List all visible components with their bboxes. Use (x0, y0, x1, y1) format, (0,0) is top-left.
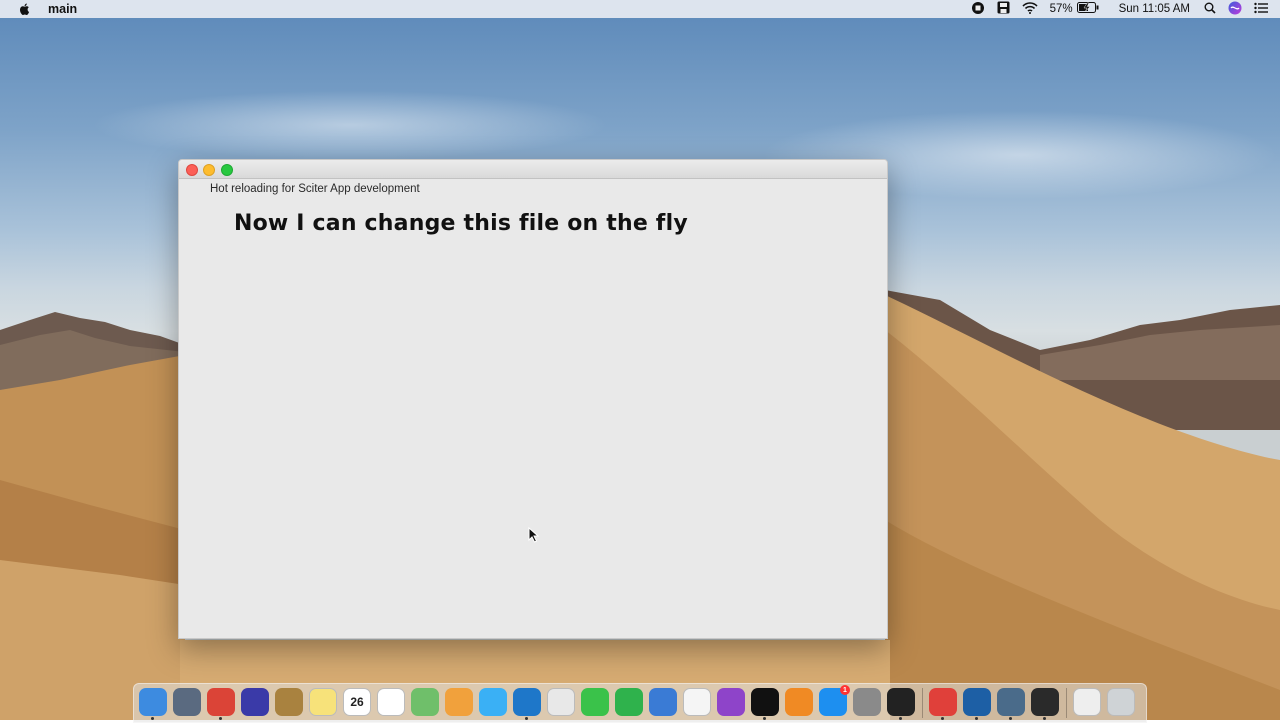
dock-finder-icon[interactable] (139, 688, 167, 720)
apple-menu-icon[interactable] (18, 2, 32, 16)
save-status-icon[interactable] (997, 1, 1010, 17)
dock-quicktime-icon[interactable] (963, 688, 991, 720)
mouse-pointer-icon (528, 527, 540, 543)
dock-reminders-icon[interactable] (377, 688, 405, 716)
window-titlebar[interactable] (179, 160, 887, 179)
app-menu-name[interactable]: main (48, 2, 77, 16)
dock-notes-icon[interactable] (309, 688, 337, 716)
dock-photos-icon[interactable] (445, 688, 473, 716)
window-close-button[interactable] (186, 164, 198, 176)
dock-appletv-icon[interactable] (751, 688, 779, 720)
menu-bar: main 57% Sun 11:05 AM (0, 0, 1280, 18)
app-window: Hot reloading for Sciter App development… (178, 159, 888, 639)
dock-itunes-icon[interactable] (683, 688, 711, 716)
dock-contacts-icon[interactable] (275, 688, 303, 716)
calendar-day-label: 26 (350, 695, 364, 709)
dock-console-icon[interactable] (1031, 688, 1059, 720)
siri-icon[interactable] (1228, 1, 1242, 18)
dock-chrome-icon[interactable] (207, 688, 235, 720)
dock-launchpad-icon[interactable] (173, 688, 201, 716)
dock-podcasts-icon[interactable] (717, 688, 745, 716)
dock-keynote-icon[interactable] (649, 688, 677, 716)
dock-messages-icon[interactable] (479, 688, 507, 716)
dock-vscode-icon[interactable] (513, 688, 541, 720)
battery-charging-icon[interactable] (1076, 2, 1099, 16)
dock-downloads-icon[interactable] (1073, 688, 1101, 716)
dock-textedit-icon[interactable] (547, 688, 575, 716)
dock-maps-icon[interactable] (411, 688, 439, 716)
window-caption-text: Hot reloading for Sciter App development (210, 183, 420, 195)
dock-separator (1066, 688, 1067, 718)
dock-trash-icon[interactable] (1107, 688, 1135, 716)
dock-facetime-icon[interactable] (581, 688, 609, 716)
spotlight-search-icon[interactable] (1204, 2, 1216, 17)
dock-numbers-icon[interactable] (615, 688, 643, 716)
dock: 26 1 (133, 683, 1147, 723)
wifi-icon[interactable] (1021, 1, 1038, 17)
menubar-clock[interactable]: Sun 11:05 AM (1119, 3, 1190, 15)
battery-percent: 57% (1049, 3, 1073, 15)
window-minimize-button[interactable] (203, 164, 215, 176)
dock-siri-icon[interactable] (241, 688, 269, 716)
window-zoom-button[interactable] (221, 164, 233, 176)
dock-git-app-icon[interactable] (929, 688, 957, 720)
dock-system-preferences-icon[interactable] (853, 688, 881, 716)
dock-appstore-icon[interactable]: 1 (819, 685, 850, 716)
screen-recording-icon[interactable] (971, 1, 985, 18)
dock-books-icon[interactable] (785, 688, 813, 716)
dock-calendar-icon[interactable]: 26 (343, 688, 371, 716)
dock-terminal-icon[interactable] (887, 688, 915, 720)
appstore-badge: 1 (840, 685, 850, 695)
dock-network-utility-icon[interactable] (997, 688, 1025, 720)
page-heading: Now I can change this file on the fly (234, 211, 688, 236)
notification-center-icon[interactable] (1254, 2, 1268, 17)
dock-separator (922, 688, 923, 718)
